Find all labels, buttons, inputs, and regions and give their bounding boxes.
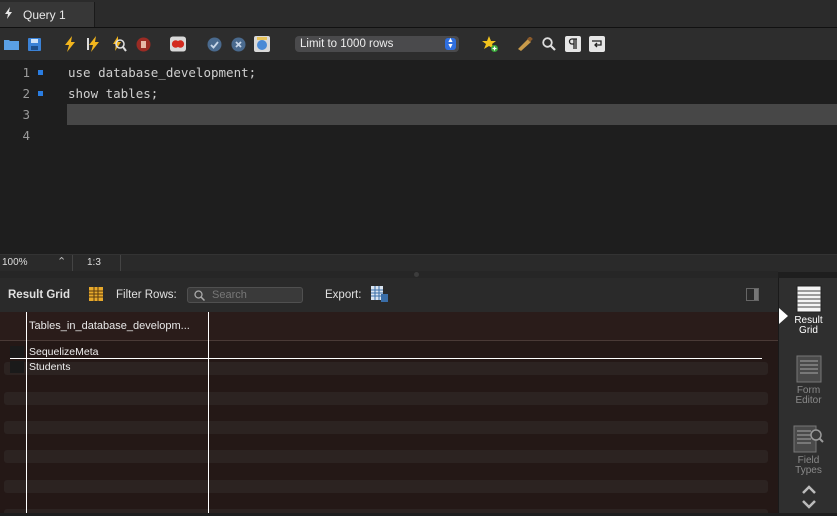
save-icon[interactable] — [26, 36, 42, 52]
execute-statement-icon[interactable] — [87, 36, 103, 52]
toggle-panel-icon[interactable] — [746, 288, 759, 304]
editor-line-current: 3 — [0, 104, 837, 125]
find-icon[interactable] — [541, 36, 557, 52]
zoom-level[interactable]: 100% — [2, 257, 28, 268]
line-number: 3 — [22, 107, 30, 122]
editor-line: 2 show tables; — [0, 83, 837, 104]
tab-result-grid[interactable]: Result Grid — [779, 285, 837, 336]
limit-rows-select[interactable]: Limit to 1000 rows ▲ ▼ — [295, 36, 459, 52]
rollback-icon[interactable] — [230, 36, 246, 52]
line-number: 1 — [22, 65, 30, 80]
execute-icon[interactable] — [62, 36, 78, 52]
editor-line: 4 — [0, 125, 837, 146]
column-divider[interactable] — [208, 312, 209, 513]
tab-label: Editor — [795, 395, 822, 406]
line-number: 2 — [22, 86, 30, 101]
divider — [72, 255, 73, 272]
select-stepper-icon: ▲ ▼ — [445, 37, 456, 50]
query-toolbar: Limit to 1000 rows ▲ ▼ — [0, 28, 837, 60]
empty-row — [4, 421, 768, 434]
code-text: use database_development; — [68, 65, 257, 80]
splitter-handle-icon[interactable] — [414, 272, 419, 277]
limit-rows-value: Limit to 1000 rows — [300, 38, 394, 50]
beautify-icon[interactable] — [517, 36, 533, 52]
current-line-highlight — [67, 104, 837, 125]
filter-search-input[interactable]: Search — [187, 287, 303, 303]
table-row[interactable]: SequelizeMeta — [29, 346, 98, 358]
empty-row — [4, 509, 768, 513]
row-separator — [10, 358, 762, 359]
result-view-panel: Result Grid Form Editor Field Types — [778, 278, 837, 513]
wrap-lines-icon[interactable] — [589, 36, 605, 52]
add-snippet-icon[interactable] — [482, 36, 498, 52]
result-grid-label: Result Grid — [8, 289, 70, 301]
divider — [120, 255, 121, 272]
cursor-position: 1:3 — [87, 257, 101, 268]
explain-icon[interactable] — [111, 36, 127, 52]
statement-marker-icon — [38, 91, 43, 96]
row-selector[interactable] — [10, 346, 24, 358]
column-header[interactable]: Tables_in_database_developm... — [29, 320, 190, 332]
sql-editor[interactable]: 1 use database_development; 2 show table… — [0, 60, 837, 254]
empty-row — [4, 480, 768, 493]
invisible-chars-icon[interactable] — [565, 36, 581, 52]
empty-row — [4, 392, 768, 405]
row-selector[interactable] — [10, 361, 24, 373]
tab-field-types[interactable]: Field Types — [779, 425, 837, 476]
scroll-chevron-icon[interactable] — [801, 483, 817, 516]
tab-label: Types — [795, 465, 822, 476]
filter-rows-label: Filter Rows: — [116, 289, 177, 301]
field-types-icon — [793, 425, 824, 453]
tab-label: Query 1 — [23, 7, 66, 22]
column-divider — [26, 312, 27, 513]
statement-marker-icon — [38, 70, 43, 75]
grid-header: Tables_in_database_developm... — [0, 312, 778, 341]
folder-icon[interactable] — [3, 36, 19, 52]
tab-bar: Query 1 — [0, 0, 837, 28]
lightning-icon — [4, 7, 13, 22]
stop-icon[interactable] — [135, 36, 151, 52]
export-icon[interactable] — [371, 286, 388, 305]
export-label: Export: — [325, 289, 362, 301]
empty-row — [4, 450, 768, 463]
tab-label: Grid — [799, 325, 818, 336]
result-grid[interactable]: Tables_in_database_developm... Sequelize… — [0, 312, 778, 513]
editor-line: 1 use database_development; — [0, 62, 837, 83]
line-number: 4 — [22, 128, 30, 143]
tab-query-1[interactable]: Query 1 — [0, 2, 95, 27]
form-editor-icon — [796, 355, 821, 383]
grid-view-icon[interactable] — [89, 287, 103, 304]
table-row[interactable]: Students — [29, 361, 70, 373]
search-icon — [194, 288, 206, 304]
zoom-stepper-icon[interactable]: ⌃ — [57, 255, 66, 268]
search-placeholder: Search — [212, 289, 247, 301]
result-grid-icon — [796, 285, 821, 313]
autocommit-icon[interactable] — [254, 36, 270, 52]
commit-icon[interactable] — [206, 36, 222, 52]
toggle-error-icon[interactable] — [170, 36, 186, 52]
result-toolbar: Result Grid Filter Rows: Search Export: — [0, 278, 778, 313]
tab-form-editor[interactable]: Form Editor — [779, 355, 837, 406]
code-text: show tables; — [68, 86, 159, 101]
editor-status-bar: 100% ⌃ 1:3 — [0, 254, 837, 272]
empty-row — [4, 362, 768, 375]
pane-splitter[interactable] — [0, 271, 778, 278]
